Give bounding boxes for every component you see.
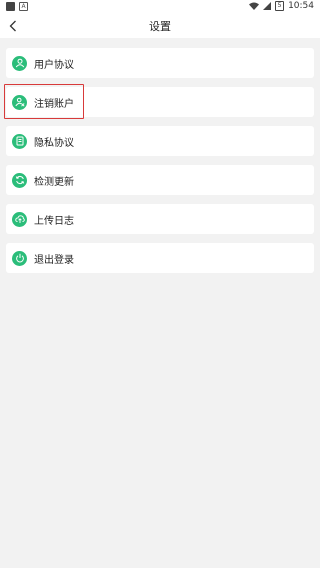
- menu-item-label: 退出登录: [34, 254, 74, 266]
- app-notification-icon: [6, 2, 15, 11]
- menu-item-logout[interactable]: 退出登录: [6, 243, 314, 273]
- top-nav-bar: 设置: [0, 14, 320, 38]
- battery-icon: 5: [275, 1, 285, 11]
- cancel-account-icon: [12, 94, 27, 110]
- menu-item-privacy[interactable]: 隐私协议: [6, 126, 314, 156]
- user-agreement-icon: [12, 55, 27, 71]
- menu-item-upload-log[interactable]: 上传日志: [6, 204, 314, 234]
- privacy-icon: [12, 133, 27, 149]
- menu-item-user-agreement[interactable]: 用户协议: [6, 48, 314, 78]
- logout-icon: [12, 250, 27, 266]
- a-notification-icon: A: [19, 2, 28, 11]
- back-button[interactable]: [4, 16, 22, 36]
- chevron-left-icon: [9, 20, 16, 32]
- status-bar: A 5 10:54: [0, 0, 320, 14]
- menu-item-label: 检测更新: [34, 176, 74, 188]
- menu-item-cancel-account[interactable]: 注销账户: [4, 84, 314, 119]
- menu-item-label: 注销账户: [34, 98, 74, 110]
- menu-item-label: 隐私协议: [34, 137, 74, 149]
- page-title: 设置: [149, 20, 171, 33]
- check-update-icon: [12, 172, 27, 188]
- upload-log-icon: [12, 211, 27, 227]
- menu-item-label: 用户协议: [34, 59, 74, 71]
- settings-list: 用户协议 注销账户 隐私协议 检测更新 上传日志 退出登录: [0, 38, 320, 273]
- wifi-icon: [249, 2, 260, 10]
- menu-item-label: 上传日志: [34, 215, 74, 227]
- signal-icon: [263, 2, 272, 10]
- clock: 10:54: [288, 1, 314, 11]
- menu-item-check-update[interactable]: 检测更新: [6, 165, 314, 195]
